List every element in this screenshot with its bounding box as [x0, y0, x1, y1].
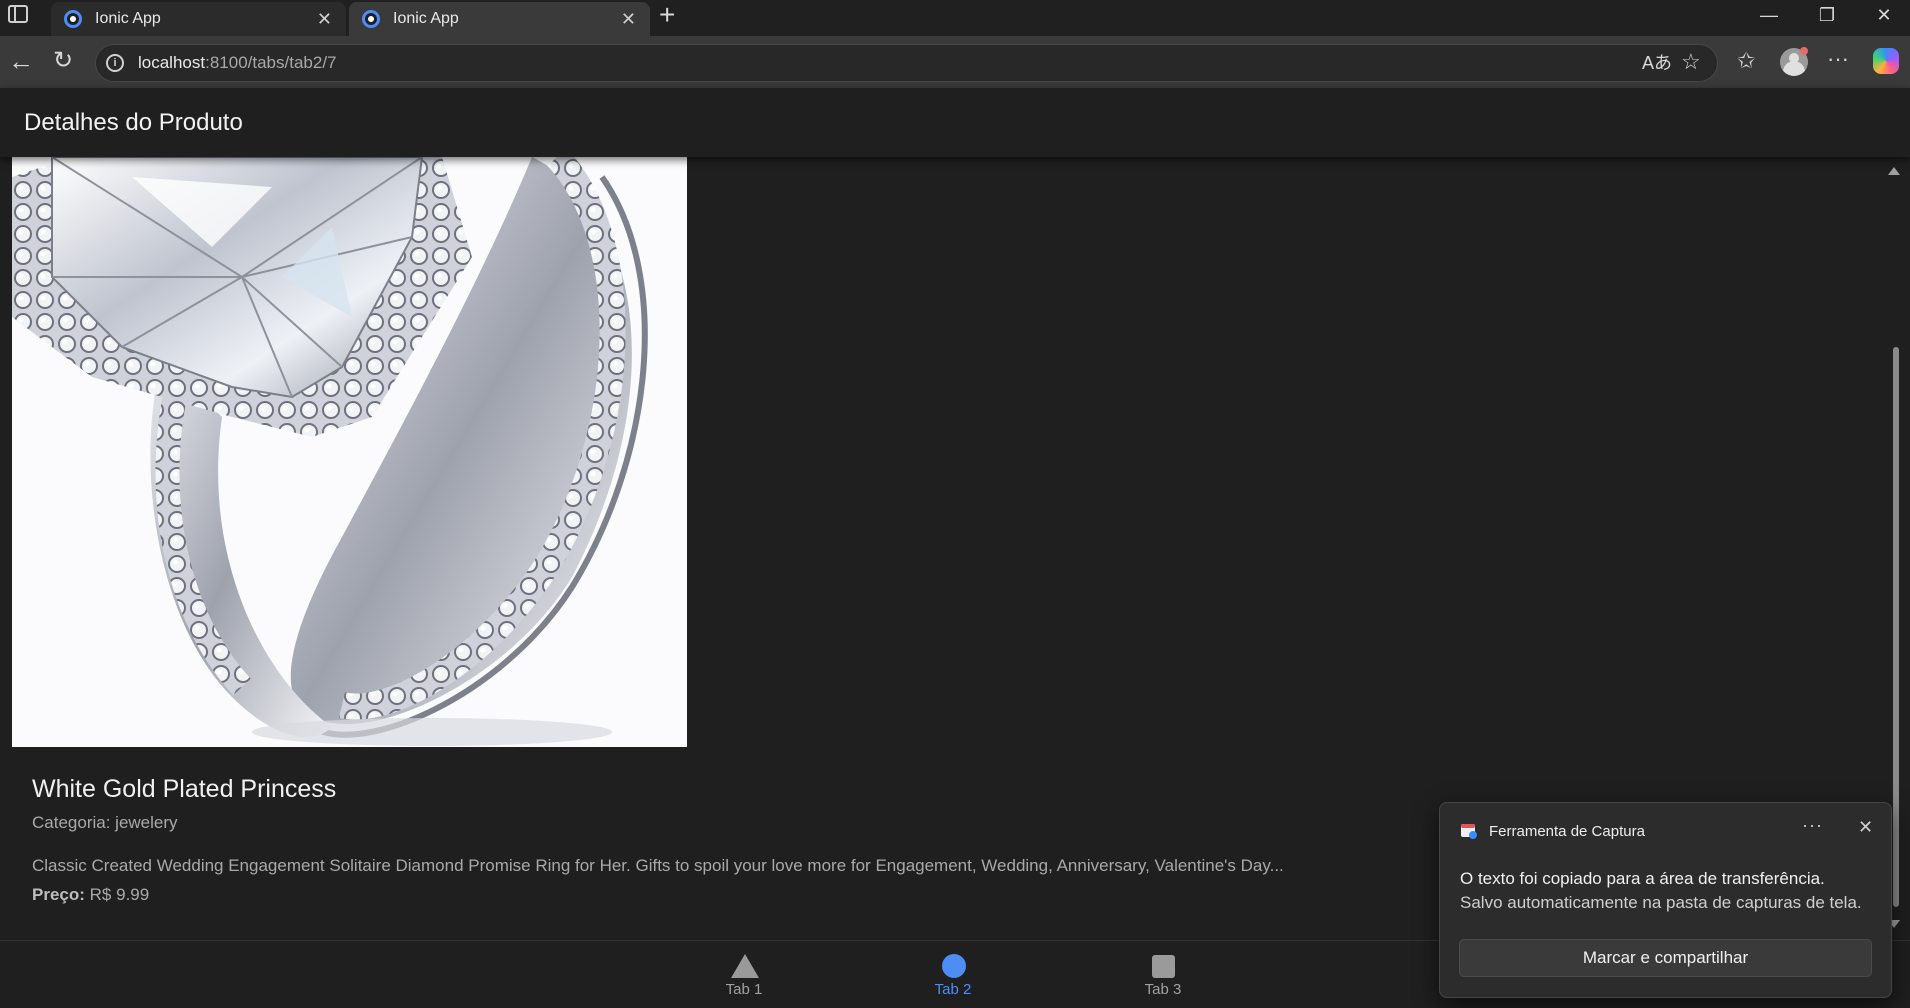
- tab-title: Ionic App: [95, 10, 161, 27]
- tab-button-1[interactable]: Tab 1: [684, 941, 804, 1008]
- mark-and-share-button[interactable]: Marcar e compartilhar: [1459, 939, 1872, 977]
- browser-tab-2[interactable]: Ionic App ✕: [349, 2, 650, 36]
- browser-toolbar: ← ↻ i localhost:8100/tabs/tab2/7 Aあ ☆ ✩ …: [0, 36, 1910, 88]
- url-path: :8100/tabs/tab2/7: [205, 53, 337, 72]
- browser-tab-1[interactable]: Ionic App ✕: [51, 2, 346, 36]
- favorite-star-icon[interactable]: ☆: [1681, 51, 1701, 73]
- snipping-tool-notification[interactable]: Ferramenta de Captura ··· ✕ O texto foi …: [1439, 802, 1892, 998]
- product-category: Categoria: jewelery: [32, 813, 178, 833]
- minimize-icon[interactable]: —: [1741, 0, 1797, 32]
- new-tab-icon[interactable]: +: [659, 0, 675, 30]
- restore-icon[interactable]: ❐: [1799, 0, 1855, 32]
- toast-submessage: Salvo automaticamente na pasta de captur…: [1460, 893, 1862, 912]
- toast-more-icon[interactable]: ···: [1802, 815, 1823, 836]
- address-bar[interactable]: i localhost:8100/tabs/tab2/7 Aあ ☆: [95, 44, 1718, 82]
- category-label: Categoria:: [32, 813, 111, 832]
- site-info-icon[interactable]: i: [106, 54, 124, 72]
- scroll-up-icon[interactable]: [1888, 167, 1900, 175]
- ionic-favicon-icon: [64, 10, 82, 28]
- toast-close-icon[interactable]: ✕: [1858, 817, 1873, 838]
- page-title: Detalhes do Produto: [24, 109, 243, 136]
- tab-button-3[interactable]: Tab 3: [1103, 941, 1223, 1008]
- category-value: jewelery: [115, 813, 178, 832]
- tab-button-label: Tab 3: [1144, 981, 1182, 998]
- more-icon[interactable]: ···: [1827, 48, 1849, 70]
- tab-button-2[interactable]: Tab 2: [893, 941, 1013, 1008]
- tab-button-label: Tab 1: [725, 981, 763, 998]
- scroll-thumb[interactable]: [1893, 347, 1899, 907]
- close-tab-icon[interactable]: ✕: [621, 9, 636, 30]
- read-aloud-icon[interactable]: Aあ: [1642, 52, 1672, 74]
- toast-message: O texto foi copiado para a área de trans…: [1460, 869, 1825, 888]
- url-text[interactable]: localhost:8100/tabs/tab2/7: [138, 53, 337, 73]
- toast-app-name: Ferramenta de Captura: [1489, 823, 1645, 840]
- url-host: localhost: [138, 53, 206, 72]
- ionic-favicon-icon: [362, 10, 380, 28]
- tab-actions-icon[interactable]: [8, 5, 28, 23]
- close-window-icon[interactable]: ✕: [1856, 0, 1910, 32]
- price-label: Preço:: [32, 885, 85, 904]
- product-image: [12, 157, 687, 747]
- favorites-icon[interactable]: ✩: [1737, 50, 1755, 72]
- copilot-icon[interactable]: [1873, 48, 1899, 74]
- profile-notification-dot: [1800, 47, 1808, 55]
- tab-title: Ionic App: [393, 10, 459, 27]
- product-price: Preço: R$ 9.99: [32, 885, 149, 905]
- close-tab-icon[interactable]: ✕: [317, 9, 332, 30]
- snipping-tool-icon: [1461, 824, 1477, 839]
- back-icon[interactable]: ←: [8, 48, 34, 74]
- product-name: White Gold Plated Princess: [32, 775, 337, 803]
- square-icon: [1152, 955, 1175, 978]
- product-description: Classic Created Wedding Engagement Solit…: [32, 856, 1284, 875]
- triangle-icon: [731, 954, 759, 978]
- page-header: Detalhes do Produto: [0, 88, 1910, 157]
- refresh-icon[interactable]: ↻: [53, 49, 73, 73]
- ellipse-icon: [942, 954, 966, 978]
- tab-button-label: Tab 2: [934, 981, 972, 998]
- browser-titlebar: Ionic App ✕ Ionic App ✕ + — ❐ ✕: [0, 0, 1910, 36]
- price-value: R$ 9.99: [89, 885, 150, 904]
